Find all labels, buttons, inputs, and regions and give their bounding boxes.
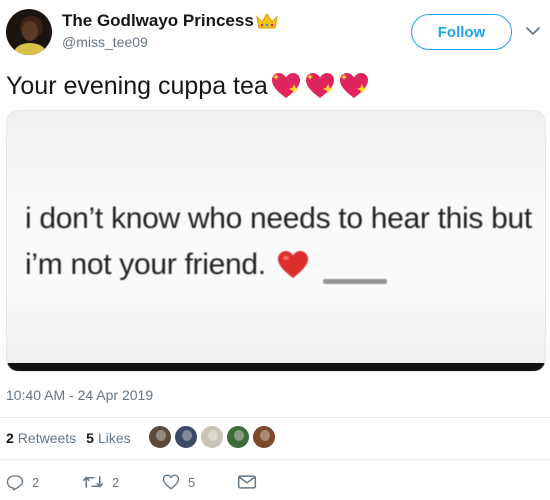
liker-avatar[interactable] (200, 425, 224, 449)
tweet-actions: 2 2 5 (0, 470, 550, 494)
sparkling-heart-icon (271, 73, 300, 98)
heart-emojis (270, 72, 372, 100)
avatar[interactable] (6, 9, 52, 55)
retweets-stat[interactable]: 2 Retweets (6, 430, 76, 446)
image-text-line2: i’m not your friend. (25, 247, 310, 283)
user-names[interactable]: The Godlwayo Princess @miss_tee09 (62, 10, 278, 52)
likes-label: Likes (97, 430, 131, 446)
sparkling-heart-icon (305, 73, 334, 98)
sparkling-heart-icon (339, 73, 368, 98)
avatar-shirt (14, 43, 46, 55)
tweet-text: Your evening cuppa tea (6, 70, 372, 102)
retweet-icon (82, 476, 104, 488)
crown-icon (256, 13, 278, 29)
image-watermark (323, 279, 387, 284)
direct-message-button[interactable] (237, 470, 265, 494)
liker-avatars (148, 425, 278, 449)
retweet-button[interactable]: 2 (82, 470, 119, 494)
follow-button[interactable]: Follow (411, 14, 512, 50)
tweet-stats: 2 Retweets 5 Likes (6, 428, 141, 448)
display-name-text: The Godlwayo Princess (62, 11, 254, 30)
divider (0, 459, 550, 460)
like-button[interactable]: 5 (162, 470, 195, 494)
image-text-line2-content: i’m not your friend. (25, 248, 266, 281)
reply-button[interactable]: 2 (6, 470, 39, 494)
image-text-line1: i don’t know who needs to hear this but (25, 202, 532, 235)
likes-count: 5 (86, 430, 94, 446)
avatar-face (22, 21, 38, 41)
divider (0, 417, 550, 418)
image-bottom-bar (7, 363, 545, 371)
image-background (7, 111, 545, 365)
liker-avatar[interactable] (148, 425, 172, 449)
liker-avatar[interactable] (252, 425, 276, 449)
reply-icon (6, 475, 24, 491)
reply-count: 2 (32, 474, 40, 490)
red-heart-icon (277, 251, 308, 278)
tweet-header: The Godlwayo Princess @miss_tee09 Follow (0, 0, 550, 64)
liker-avatar[interactable] (226, 425, 250, 449)
envelope-icon (237, 475, 257, 489)
likes-stat[interactable]: 5 Likes (86, 430, 130, 446)
like-count: 5 (188, 474, 196, 490)
liker-avatar[interactable] (174, 425, 198, 449)
retweets-count: 2 (6, 430, 14, 446)
heart-icon (162, 474, 180, 490)
retweet-count: 2 (112, 474, 120, 490)
chevron-down-icon[interactable] (526, 26, 540, 36)
tweet-text-content: Your evening cuppa tea (6, 72, 268, 100)
display-name[interactable]: The Godlwayo Princess (62, 10, 278, 32)
user-handle[interactable]: @miss_tee09 (62, 32, 278, 52)
tweet-image[interactable]: i don’t know who needs to hear this but … (6, 110, 546, 372)
tweet-timestamp[interactable]: 10:40 AM - 24 Apr 2019 (6, 385, 153, 405)
retweets-label: Retweets (17, 430, 77, 446)
